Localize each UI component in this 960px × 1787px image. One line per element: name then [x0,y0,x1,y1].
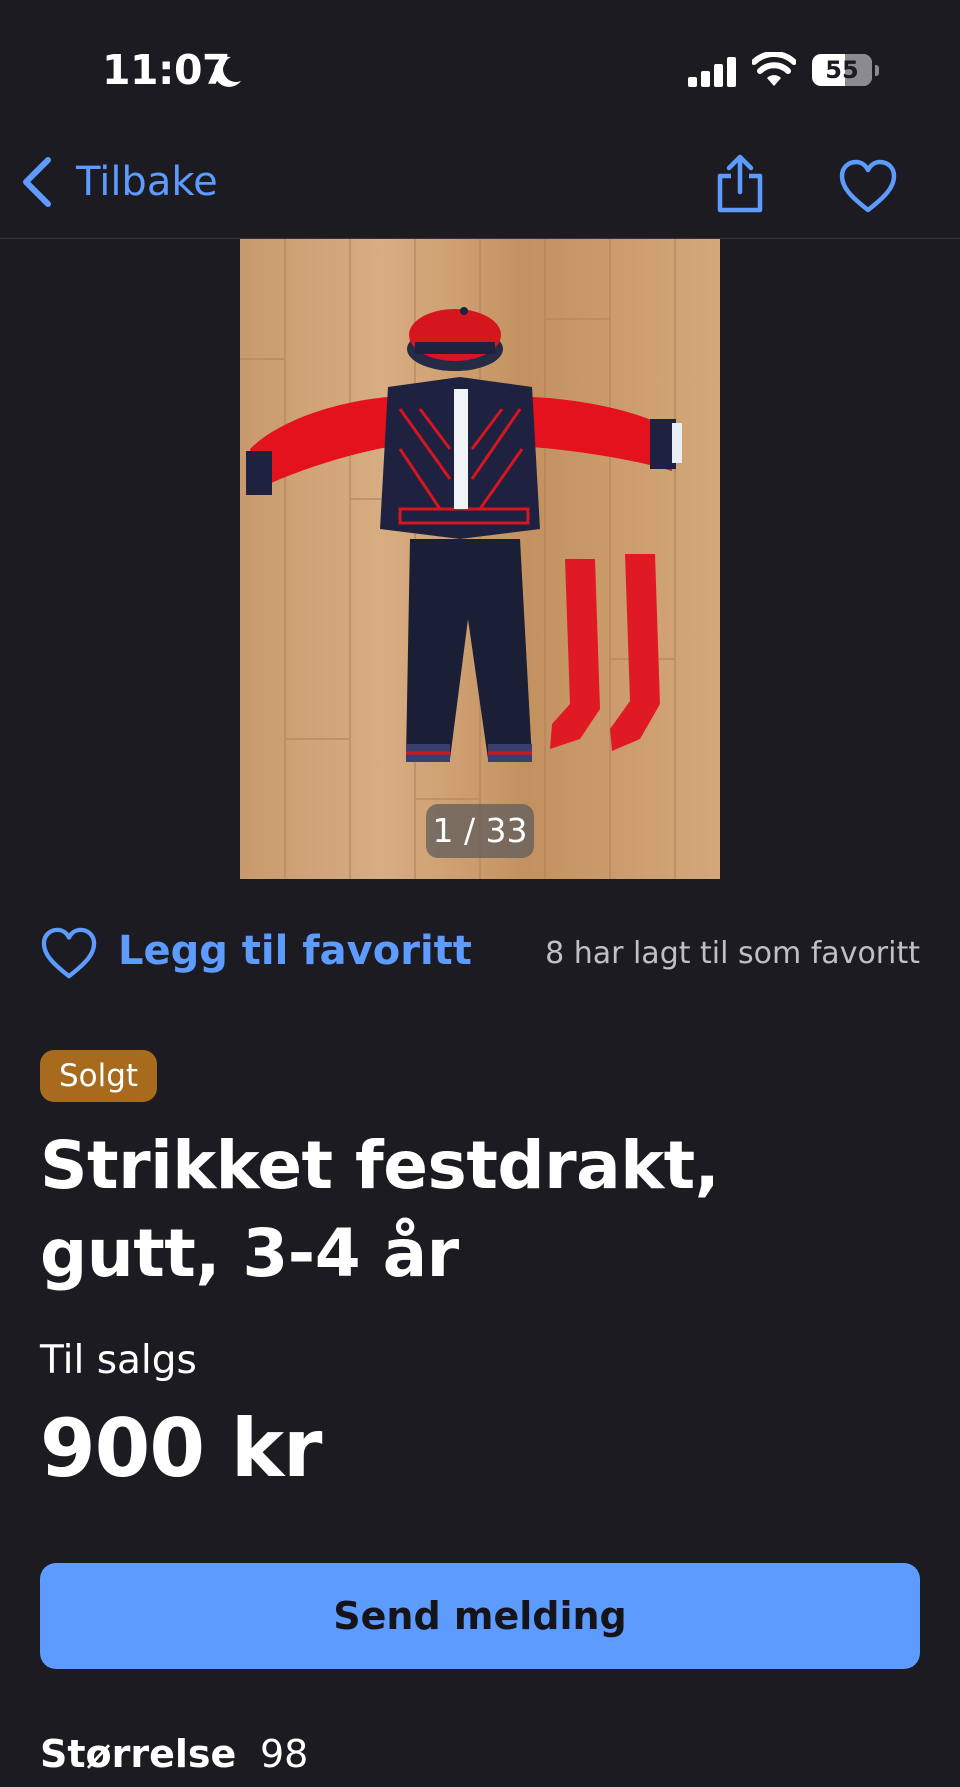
nav-bar: Tilbake [0,120,960,239]
status-bar: 11:07 55 [0,0,960,120]
image-counter: 1 / 33 [426,804,534,858]
share-icon[interactable] [714,154,766,214]
sale-type: Til salgs [40,1338,197,1383]
send-message-button[interactable]: Send melding [40,1563,920,1669]
back-label: Tilbake [76,159,218,205]
heart-outline-icon[interactable] [40,926,98,980]
heart-icon[interactable] [838,158,898,214]
favorite-count: 8 har lagt til som favoritt [545,936,920,971]
size-label: Størrelse [40,1732,237,1776]
back-chevron-icon [23,157,51,207]
wifi-icon [752,52,796,86]
battery-icon: 55 [812,54,880,88]
product-image[interactable] [240,239,720,879]
back-button[interactable]: Tilbake [18,152,218,212]
add-to-favorites-link[interactable]: Legg til favoritt [118,928,472,974]
battery-percentage: 55 [825,56,859,84]
product-photo-illustration [240,239,720,879]
price: 900 kr [40,1402,322,1495]
listing-title: Strikket festdrakt, gutt, 3-4 år [40,1127,720,1292]
status-badge: Solgt [40,1050,158,1102]
moon-icon [214,56,241,87]
signal-icon [688,57,736,87]
size-value: 98 [260,1732,309,1776]
